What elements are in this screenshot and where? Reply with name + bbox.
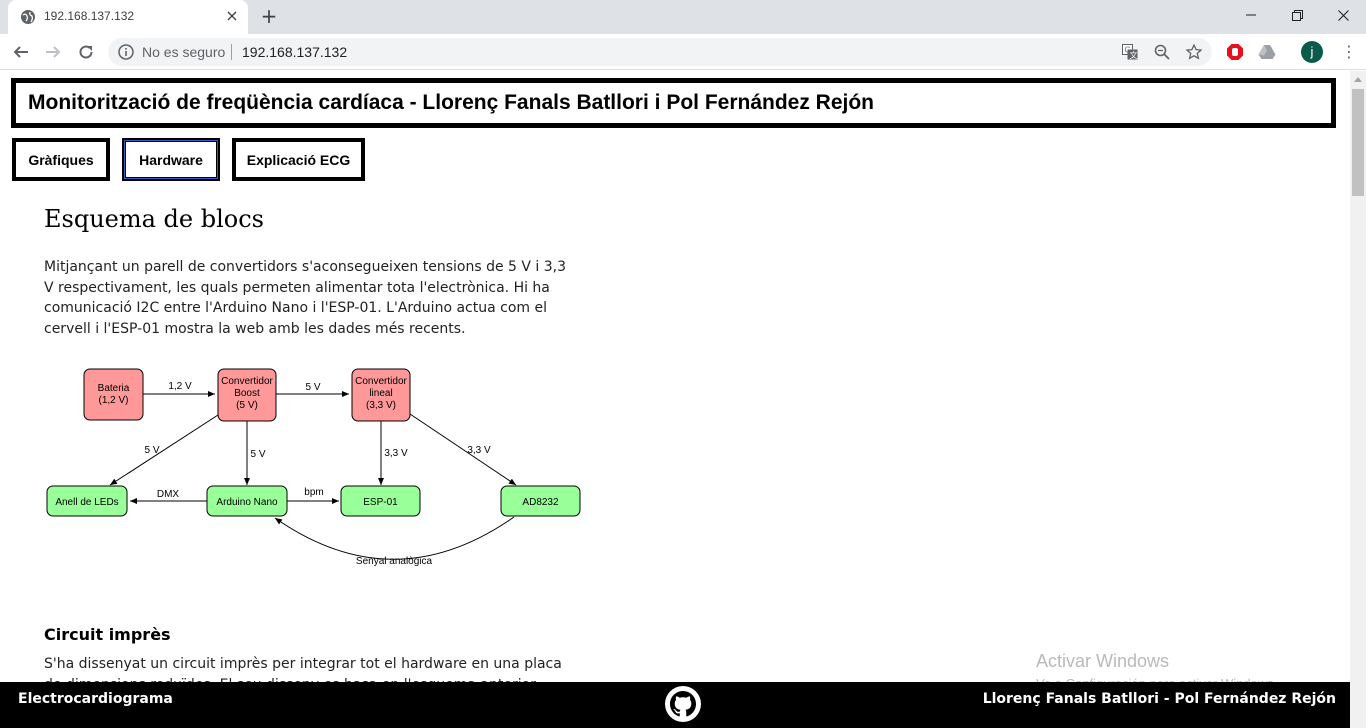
url-text[interactable]: 192.168.137.132 — [242, 44, 347, 60]
footer-right-text: Llorenç Fanals Batllori - Pol Fernández … — [982, 691, 1336, 707]
scroll-up-icon[interactable] — [1350, 71, 1366, 87]
plus-icon[interactable]: + — [259, 6, 279, 26]
edge-lineal-ad — [409, 413, 517, 486]
edge-label-boost-lineal: 5 V — [305, 382, 320, 393]
svg-text:文: 文 — [1130, 50, 1138, 60]
page-scrollbar[interactable] — [1350, 71, 1366, 728]
drive-icon[interactable] — [1257, 42, 1277, 62]
info-icon[interactable] — [118, 44, 134, 60]
zoom-icon[interactable] — [1152, 42, 1172, 62]
svg-text:AD8232: AD8232 — [522, 497, 559, 508]
scroll-thumb[interactable] — [1352, 89, 1364, 196]
edge-label-bat-boost: 1,2 V — [168, 381, 192, 392]
star-icon[interactable] — [1184, 42, 1204, 62]
node-arduino-nano: Arduino Nano — [206, 485, 288, 517]
close-window-icon[interactable] — [1320, 0, 1366, 30]
svg-text:lineal: lineal — [369, 388, 392, 399]
edge-label-bpm: bpm — [304, 487, 323, 498]
node-esp01: ESP-01 — [340, 485, 421, 517]
site-footer: Electrocardiograma Llorenç Fanals Batllo… — [0, 682, 1350, 728]
translate-icon[interactable]: G文 — [1120, 42, 1140, 62]
svg-text:(1,2 V): (1,2 V) — [98, 395, 128, 406]
edge-label-lineal-ad: 3,3 V — [467, 445, 491, 456]
svg-text:(3,3 V): (3,3 V) — [366, 400, 396, 411]
divider — [231, 44, 232, 60]
close-icon[interactable]: × — [224, 8, 240, 24]
svg-text:Convertidor: Convertidor — [355, 376, 407, 387]
edge-label-lineal-esp: 3,3 V — [384, 448, 408, 459]
page-title: Monitorització de freqüència cardíaca - … — [28, 91, 875, 114]
nav-tab-hardware[interactable]: Hardware — [122, 138, 220, 181]
nav-tab-explicacio-ecg[interactable]: Explicació ECG — [232, 138, 365, 181]
edge-label-boost-arduino: 5 V — [250, 449, 265, 460]
edge-label-dmx: DMX — [157, 489, 180, 500]
github-icon[interactable] — [665, 686, 701, 722]
site-header: Monitorització de freqüència cardíaca - … — [11, 78, 1336, 128]
edge-label-boost-leds: 5 V — [144, 445, 159, 456]
svg-text:Anell de LEDs: Anell de LEDs — [55, 497, 118, 508]
node-convertidor-lineal: Convertidor lineal (3,3 V) — [351, 368, 411, 422]
minimize-icon[interactable] — [1228, 0, 1274, 30]
node-ad8232: AD8232 — [500, 485, 581, 517]
forward-icon[interactable] — [41, 40, 65, 64]
subsection-heading: Circuit imprès — [44, 625, 171, 644]
restore-icon[interactable] — [1274, 0, 1320, 30]
node-bateria: Bateria (1,2 V) — [83, 368, 144, 421]
globe-icon — [21, 10, 35, 24]
nav-tab-grafiques[interactable]: Gràfiques — [12, 138, 110, 181]
tab-strip: 192.168.137.132 × + — [0, 0, 1366, 34]
node-anell-leds: Anell de LEDs — [46, 485, 128, 517]
svg-text:Boost: Boost — [234, 388, 260, 399]
page-viewport: Monitorització de freqüència cardíaca - … — [0, 71, 1350, 728]
svg-text:Bateria: Bateria — [98, 383, 130, 394]
svg-text:ESP-01: ESP-01 — [363, 497, 398, 508]
back-icon[interactable] — [9, 40, 33, 64]
edge-boost-leds — [109, 414, 219, 486]
browser-toolbar: No es seguro 192.168.137.132 G文 j ⋮ — [0, 34, 1366, 70]
browser-tab[interactable]: 192.168.137.132 × — [8, 0, 248, 34]
address-bar[interactable]: No es seguro 192.168.137.132 G文 — [108, 38, 1212, 66]
block-diagram: 1,2 V 5 V 5 V 5 V 3,3 V 3,3 V DMX bpm Se… — [46, 368, 581, 567]
node-convertidor-boost: Convertidor Boost (5 V) — [217, 368, 277, 422]
activation-watermark-title: Activar Windows — [1036, 651, 1170, 671]
menu-dots-icon[interactable]: ⋮ — [1339, 41, 1359, 63]
svg-text:(5 V): (5 V) — [236, 400, 258, 411]
intro-paragraph: Mitjançant un parell de convertidors s'a… — [44, 259, 567, 337]
svg-text:Convertidor: Convertidor — [221, 376, 273, 387]
edge-label-senyal: Senyal analògica — [356, 556, 433, 567]
profile-avatar[interactable]: j — [1301, 41, 1323, 63]
tab-title: 192.168.137.132 — [44, 9, 135, 23]
edge-ad-arduino — [274, 516, 515, 560]
svg-text:Arduino Nano: Arduino Nano — [216, 497, 278, 508]
section-heading: Esquema de blocs — [44, 205, 264, 233]
footer-left-text: Electrocardiograma — [18, 691, 173, 707]
stop-extension-icon[interactable] — [1225, 42, 1245, 62]
reload-icon[interactable] — [74, 40, 98, 64]
security-label[interactable]: No es seguro — [142, 44, 225, 60]
